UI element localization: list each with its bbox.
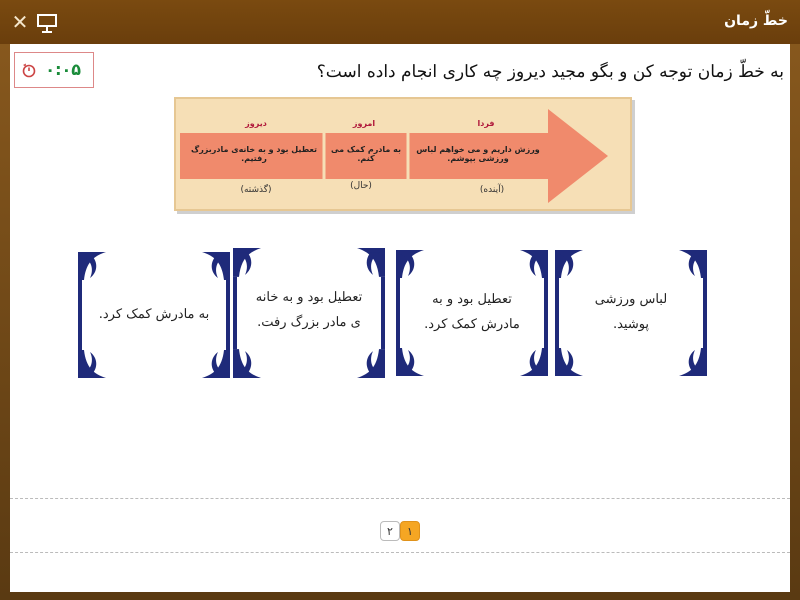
content-area: ۰:۰۵ به خطّ زمان توجه کن و بگو مجید دیرو… [10,44,790,592]
label-future: فردا [477,119,495,128]
timer: ۰:۰۵ [14,52,94,88]
app-window: ✕ خطّ زمان ۰:۰۵ به خطّ زمان توجه کن و بگ… [0,0,800,600]
answer-card[interactable]: تعطیل بود و به خانه ی مادر بزرگ رفت. [233,248,385,378]
title-bar: ✕ خطّ زمان [0,0,800,44]
question-text: به خطّ زمان توجه کن و بگو مجید دیروز چه … [316,62,784,82]
answer-card[interactable]: لباس ورزشی پوشید. [555,250,707,376]
timer-value: ۰:۰۵ [45,60,81,79]
divider [10,498,790,499]
window-title: خطّ زمان [724,13,788,29]
label-present: امروز [352,119,376,128]
timeline-reference-image: دیروز امروز فردا تعطیل بود و به خانه‌ی م… [174,97,632,211]
caption-past: (گذشته) [240,185,272,195]
card-text: تعطیل بود و به خانه ی مادر بزرگ رفت. [255,290,363,330]
page-button-1[interactable]: ۱ [400,521,420,541]
card-text: لباس ورزشی پوشید. [594,292,668,332]
divider [10,552,790,553]
label-past: دیروز [245,119,267,128]
card-text: تعطیل بود و به مادرش کمک کرد. [424,292,520,332]
answer-card[interactable]: تعطیل بود و به مادرش کمک کرد. [396,250,548,376]
caption-present: (حال) [350,181,372,191]
answer-card[interactable]: به مادرش کمک کرد. [78,252,230,378]
close-icon: ✕ [11,10,29,34]
card-text: به مادرش کمک کرد. [98,306,210,322]
timer-reset-icon[interactable] [21,62,37,78]
caption-future: (آینده) [479,185,505,195]
presentation-icon [37,14,57,33]
text-present: به مادرم کمک می کنم. [331,145,401,163]
presentation-button[interactable] [36,12,58,34]
text-future: ورزش داریم و می خواهم لباس ورزشی بپوشم. [416,145,540,163]
text-past: تعطیل بود و به خانه‌ی مادربزرگ رفتیم. [191,145,317,163]
close-button[interactable]: ✕ [10,12,30,32]
page-button-2[interactable]: ۲ [380,521,400,541]
